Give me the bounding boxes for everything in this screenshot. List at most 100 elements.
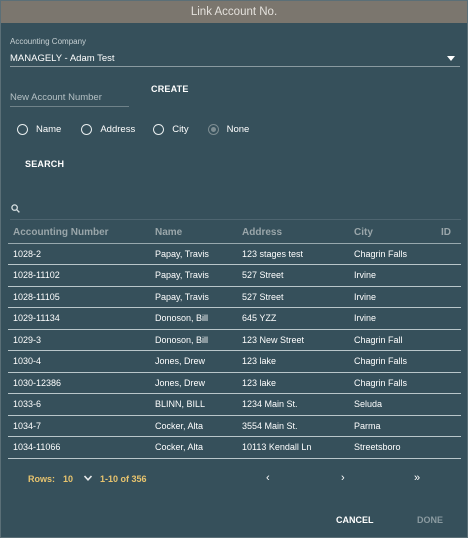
cell-id — [436, 264, 461, 287]
cell-accounting-number: 1028-11102 — [8, 264, 150, 287]
cell-city: Chagrin Falls — [349, 372, 436, 394]
cell-city: Parma — [349, 415, 436, 437]
done-button: DONE — [417, 515, 444, 525]
radio-circle-icon — [153, 123, 165, 135]
cell-address: 123 New Street — [237, 329, 349, 351]
dialog-title: Link Account No. — [190, 6, 278, 18]
cell-id — [436, 436, 461, 459]
cell-address: 1234 Main St. — [237, 393, 349, 416]
cancel-button[interactable]: CANCEL — [336, 515, 374, 525]
pagination-range: 1-10 of 356 — [100, 474, 147, 484]
rows-per-page-label: Rows: — [28, 474, 55, 484]
table-header-row: Accounting Number Name Address City ID — [8, 222, 461, 244]
table-search-field[interactable] — [10, 219, 461, 220]
create-button[interactable]: CREATE — [151, 84, 189, 94]
table-row[interactable]: 1034-11066 Cocker, Alta 10113 Kendall Ln… — [8, 436, 461, 459]
cell-address: 527 Street — [237, 264, 349, 287]
column-header-name[interactable]: Name — [150, 222, 237, 244]
new-account-number-input[interactable] — [10, 88, 129, 107]
radio-none[interactable]: None — [207, 123, 250, 135]
cell-city: Seluda — [349, 393, 436, 416]
table-row[interactable]: 1030-4 Jones, Drew 123 lake Chagrin Fall… — [8, 350, 461, 373]
table-row[interactable]: 1030-12386 Jones, Drew 123 lake Chagrin … — [8, 372, 461, 394]
cell-city: Irvine — [349, 264, 436, 287]
table-row[interactable]: 1029-11134 Donoson, Bill 645 YZZ Irvine — [8, 307, 461, 330]
cell-accounting-number: 1034-11066 — [8, 436, 150, 459]
table-row[interactable]: 1029-3 Donoson, Bill 123 New Street Chag… — [8, 329, 461, 351]
pagination-bar: Rows: 10 1-10 of 356 ‹ › » — [1, 471, 468, 487]
cell-accounting-number: 1033-6 — [8, 393, 150, 416]
radio-circle-selected-icon — [207, 123, 219, 135]
radio-label: Address — [100, 123, 136, 135]
table-row[interactable]: 1028-11102 Papay, Travis 527 Street Irvi… — [8, 264, 461, 287]
radio-name[interactable]: Name — [17, 123, 62, 135]
chevron-down-icon[interactable] — [83, 473, 93, 483]
cell-city: Irvine — [349, 286, 436, 308]
search-button[interactable]: SEARCH — [25, 159, 64, 169]
cell-address: 123 stages test — [237, 243, 349, 265]
column-header-address[interactable]: Address — [237, 222, 349, 244]
next-page-button[interactable]: › — [341, 472, 345, 484]
column-header-accounting-number[interactable]: Accounting Number — [8, 222, 150, 244]
cell-id — [436, 329, 461, 351]
cell-address: 123 lake — [237, 372, 349, 394]
table-row[interactable]: 1028-11105 Papay, Travis 527 Street Irvi… — [8, 286, 461, 308]
search-by-radio-group: Name Address City None — [17, 122, 249, 136]
cell-id — [436, 243, 461, 265]
cell-id — [436, 415, 461, 437]
cell-name: Cocker, Alta — [150, 415, 237, 437]
cell-city: Streetsboro — [349, 436, 436, 459]
cell-name: Donoson, Bill — [150, 329, 237, 351]
cell-id — [436, 372, 461, 394]
radio-circle-icon — [17, 123, 28, 135]
link-account-dialog: Link Account No. Accounting Company MANA… — [0, 0, 468, 538]
cell-city: Irvine — [349, 307, 436, 330]
cell-name: Cocker, Alta — [150, 436, 237, 459]
cell-address: 123 lake — [237, 350, 349, 373]
cell-name: Jones, Drew — [150, 350, 237, 373]
radio-address[interactable]: Address — [81, 123, 136, 135]
cell-address: 527 Street — [237, 286, 349, 308]
dropdown-caret-icon — [447, 56, 455, 61]
cell-address: 10113 Kendall Ln — [237, 436, 349, 459]
cell-id — [436, 393, 461, 416]
cell-name: Papay, Travis — [150, 243, 237, 265]
cell-address: 3554 Main St. — [237, 415, 349, 437]
cell-city: Chagrin Falls — [349, 243, 436, 265]
radio-label: None — [226, 123, 250, 135]
cell-name: Papay, Travis — [150, 264, 237, 287]
cell-id — [436, 307, 461, 330]
cell-accounting-number: 1030-12386 — [8, 372, 150, 394]
cell-id — [436, 350, 461, 373]
cell-accounting-number: 1028-11105 — [8, 286, 150, 308]
cell-city: Chagrin Fall — [349, 329, 436, 351]
radio-label: Name — [36, 123, 62, 135]
search-icon[interactable] — [11, 204, 20, 213]
table-row[interactable]: 1028-2 Papay, Travis 123 stages test Cha… — [8, 243, 461, 265]
cell-accounting-number: 1028-2 — [8, 243, 150, 265]
accounts-table: Accounting Number Name Address City ID 1… — [8, 222, 461, 459]
last-page-button[interactable]: » — [414, 472, 420, 484]
radio-circle-icon — [81, 123, 93, 135]
dialog-titlebar: Link Account No. — [1, 1, 467, 23]
cell-accounting-number: 1034-7 — [8, 415, 150, 437]
cell-address: 645 YZZ — [237, 307, 349, 330]
rows-per-page-value[interactable]: 10 — [63, 474, 73, 484]
cell-city: Chagrin Falls — [349, 350, 436, 373]
radio-city[interactable]: City — [153, 123, 189, 135]
cell-accounting-number: 1029-11134 — [8, 307, 150, 330]
table-row[interactable]: 1033-6 BLINN, BILL 1234 Main St. Seluda — [8, 393, 461, 416]
cell-accounting-number: 1030-4 — [8, 350, 150, 373]
cell-name: Jones, Drew — [150, 372, 237, 394]
column-header-city[interactable]: City — [349, 222, 436, 244]
prev-page-button[interactable]: ‹ — [266, 472, 270, 484]
cell-id — [436, 286, 461, 308]
table-row[interactable]: 1034-7 Cocker, Alta 3554 Main St. Parma — [8, 415, 461, 437]
column-header-id[interactable]: ID — [436, 222, 461, 244]
company-select[interactable]: MANAGELY - Adam Test — [10, 51, 460, 67]
company-selected-value: MANAGELY - Adam Test — [10, 53, 115, 64]
cell-name: BLINN, BILL — [150, 393, 237, 416]
cell-name: Donoson, Bill — [150, 307, 237, 330]
company-label: Accounting Company — [10, 37, 87, 46]
radio-label: City — [172, 123, 189, 135]
